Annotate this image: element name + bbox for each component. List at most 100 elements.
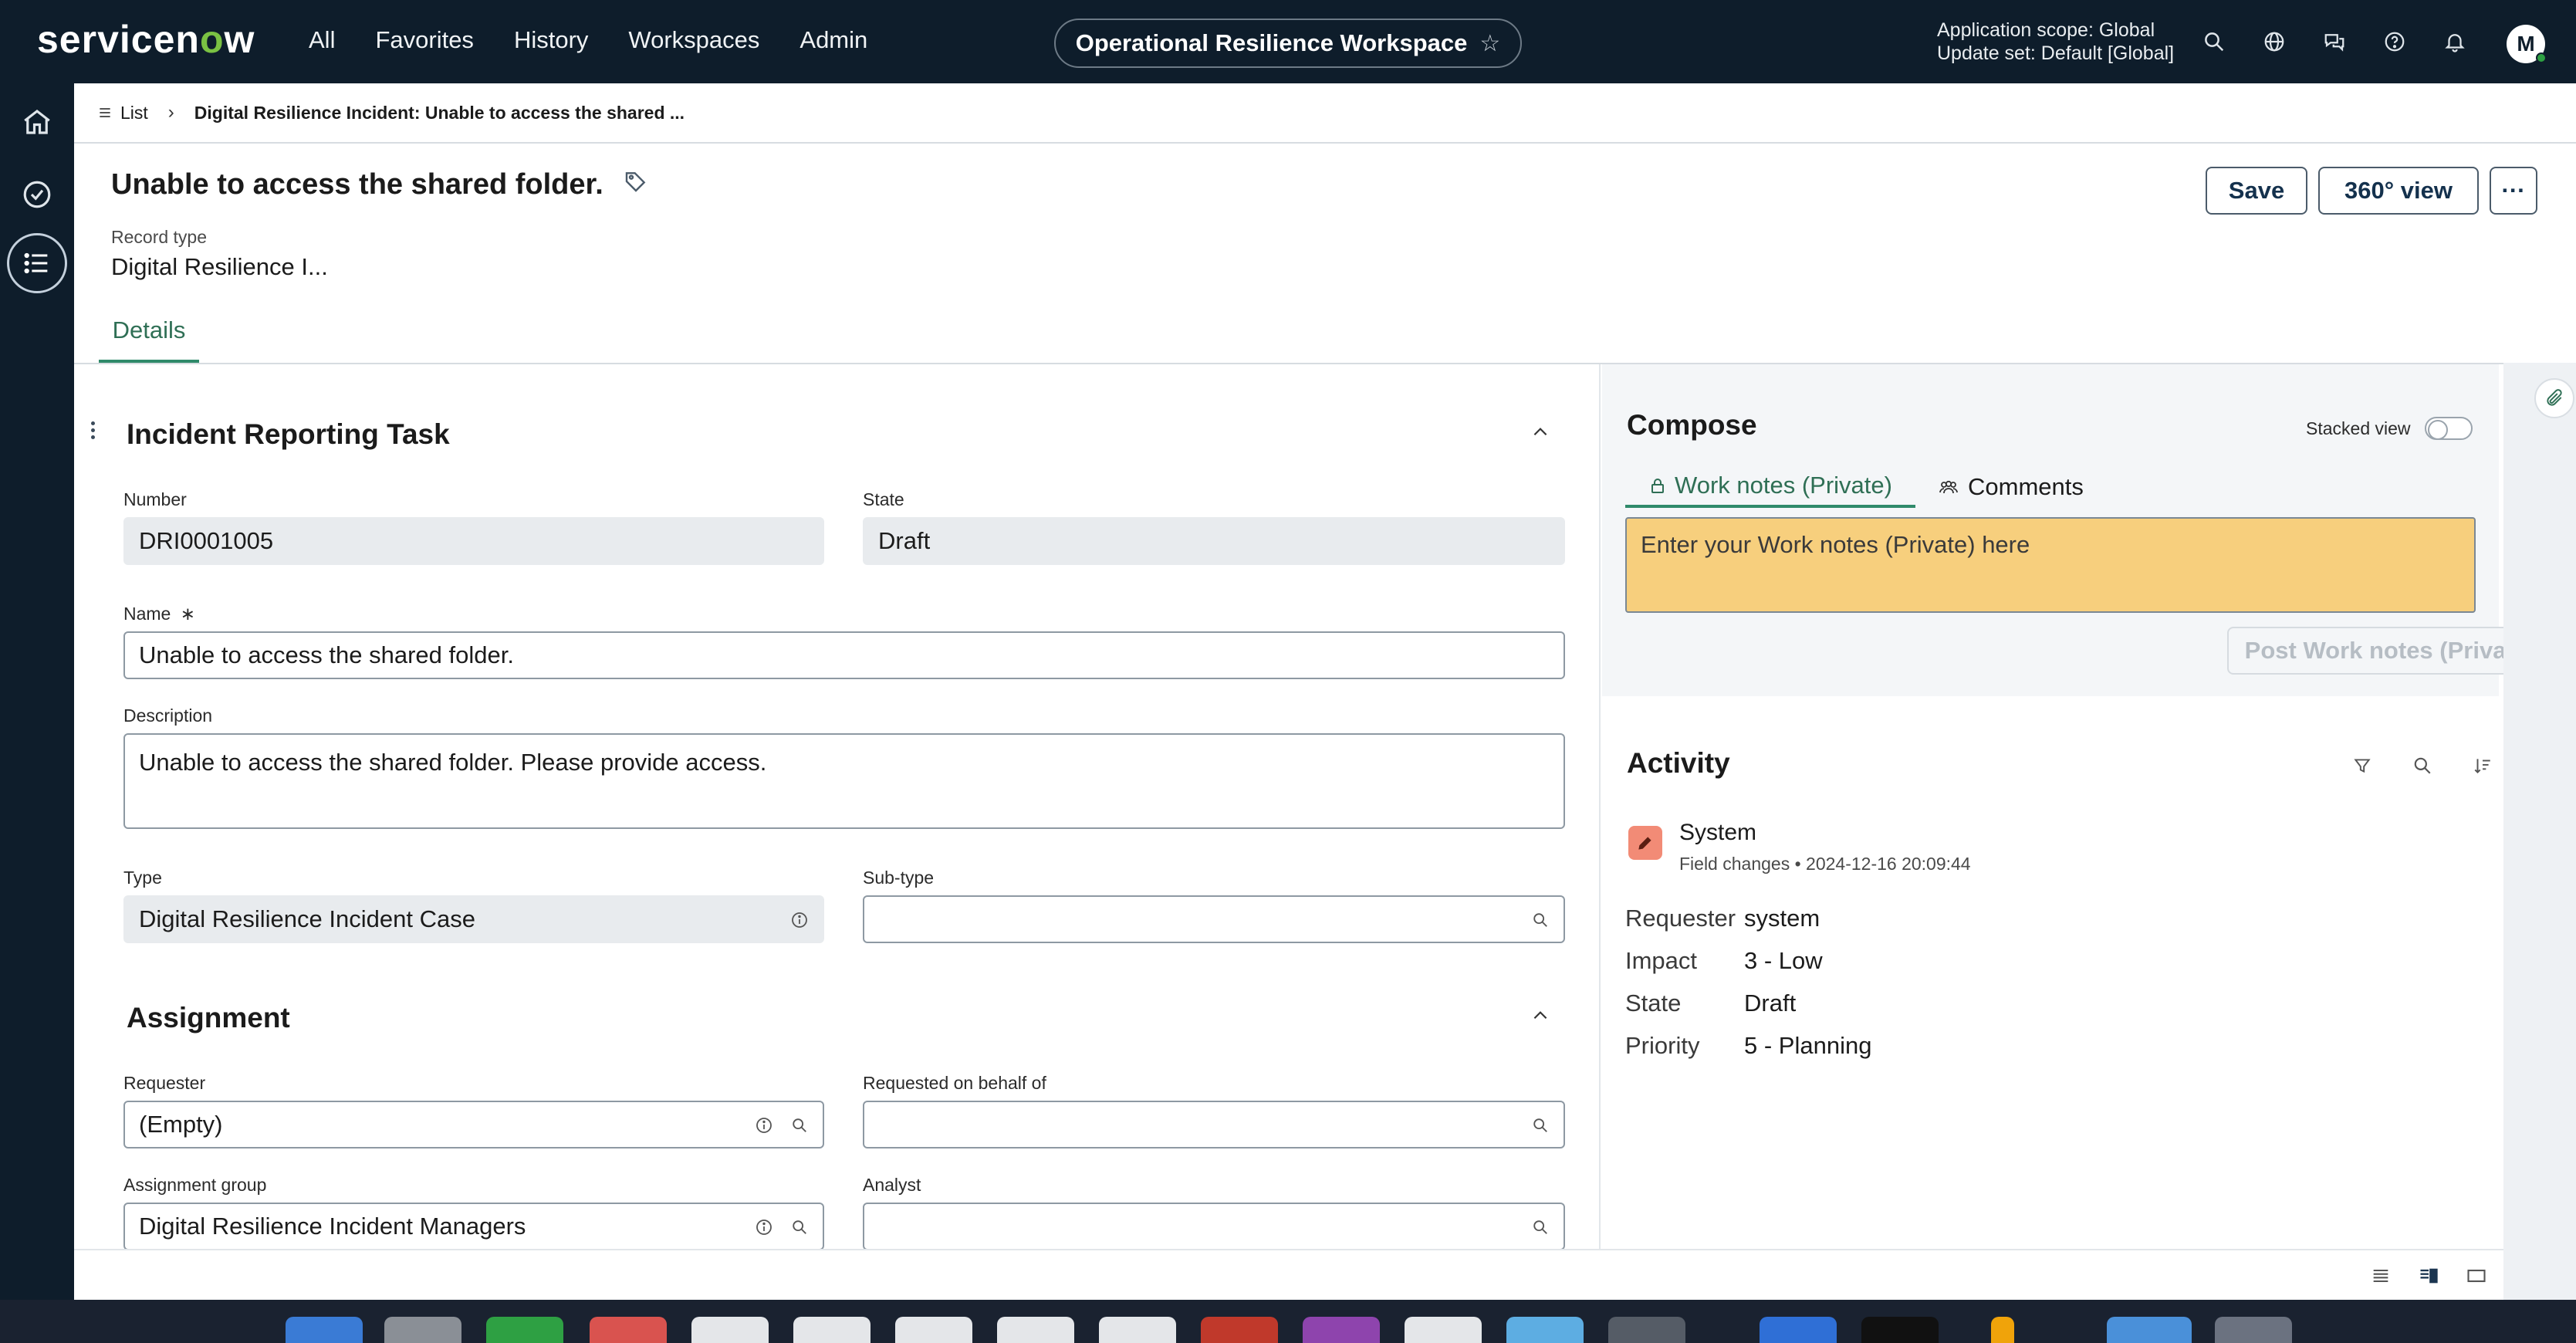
state-label: State (863, 489, 904, 509)
dock-app-icon[interactable] (1861, 1317, 1939, 1343)
paperclip-icon[interactable] (2534, 378, 2574, 418)
chat-icon[interactable] (2304, 25, 2365, 59)
required-marker: ∗ (180, 604, 196, 624)
list-icon[interactable] (7, 233, 67, 293)
drag-handle-icon[interactable] (91, 418, 99, 442)
view-360-button[interactable]: 360° view (2318, 167, 2479, 215)
tag-icon[interactable] (624, 168, 648, 201)
presence-indicator (2536, 52, 2547, 63)
info-icon[interactable] (753, 1216, 775, 1238)
analyst-label: Analyst (863, 1175, 921, 1195)
more-options-button[interactable]: ··· (2490, 167, 2537, 215)
nav-workspaces[interactable]: Workspaces (628, 26, 759, 54)
workspace-name: Operational Resilience Workspace (1075, 29, 1468, 56)
dock-app-icon[interactable] (2107, 1317, 2192, 1343)
avatar-initial: M (2517, 32, 2535, 56)
filter-icon[interactable] (2332, 750, 2392, 781)
right-panel: Compose Stacked view Work notes (Private… (1602, 364, 2576, 1300)
tab-comments[interactable]: Comments (1937, 466, 2091, 508)
assignment-group-input[interactable]: Digital Resilience Incident Managers (123, 1203, 824, 1250)
nav-history[interactable]: History (514, 26, 588, 54)
dock-app-icon[interactable] (691, 1317, 769, 1343)
name-label: Name (123, 604, 171, 624)
dock-app-icon[interactable] (793, 1317, 870, 1343)
help-icon[interactable] (2365, 25, 2425, 59)
nav-favorites[interactable]: Favorites (375, 26, 473, 54)
update-set-line: Update set: Default [Global] (1937, 42, 2175, 64)
dock-app-icon[interactable] (2215, 1317, 2292, 1343)
search-icon[interactable] (2392, 750, 2453, 781)
number-field: DRI0001005 (123, 517, 824, 565)
dock-app-icon[interactable] (1405, 1317, 1482, 1343)
search-icon[interactable] (1530, 1216, 1551, 1238)
workspace-pill[interactable]: Operational Resilience Workspace ☆ (1054, 19, 1522, 68)
state-field[interactable]: Draft (863, 517, 1565, 565)
user-avatar[interactable]: M (2507, 25, 2547, 63)
application-scope[interactable]: Application scope: Global Update set: De… (1937, 19, 2174, 65)
tab-details[interactable]: Details (99, 316, 199, 363)
description-textarea[interactable]: Unable to access the shared folder. Plea… (123, 733, 1565, 829)
tab-work-notes[interactable]: Work notes (Private) (1625, 466, 1915, 508)
name-input[interactable]: Unable to access the shared folder. (123, 631, 1565, 679)
dock-app-icon[interactable] (384, 1317, 461, 1343)
breadcrumb-current[interactable]: Digital Resilience Incident: Unable to a… (194, 103, 685, 123)
activity-value: 3 - Low (1744, 947, 1823, 974)
dock-app-icon[interactable] (1760, 1317, 1837, 1343)
analyst-input[interactable] (863, 1203, 1565, 1250)
breadcrumb-list[interactable]: List (97, 103, 148, 123)
work-notes-textarea[interactable]: Enter your Work notes (Private) here (1625, 517, 2476, 613)
home-icon[interactable] (14, 99, 60, 145)
dock-app-icon[interactable] (590, 1317, 667, 1343)
stacked-view-control: Stacked view (2306, 417, 2473, 440)
behalf-input[interactable] (863, 1101, 1565, 1148)
search-icon[interactable] (789, 1115, 810, 1136)
stacked-view-toggle[interactable] (2424, 417, 2473, 440)
nav-all[interactable]: All (309, 26, 335, 54)
info-icon[interactable] (789, 909, 810, 931)
bell-icon[interactable] (2425, 25, 2485, 59)
scope-line: Application scope: Global (1937, 19, 2155, 41)
split-view-icon[interactable] (2415, 1263, 2442, 1289)
os-dock (0, 1300, 2576, 1343)
star-icon[interactable]: ☆ (1479, 30, 1500, 57)
tab-work-notes-label: Work notes (Private) (1675, 472, 1892, 499)
activity-value: Draft (1744, 989, 1797, 1017)
dock-app-icon[interactable] (895, 1317, 972, 1343)
dock-app-icon[interactable] (1099, 1317, 1176, 1343)
tab-comments-label: Comments (1968, 473, 2084, 500)
dock-app-icon[interactable] (997, 1317, 1074, 1343)
single-view-icon[interactable] (2463, 1263, 2490, 1289)
list-view-icon[interactable] (2368, 1263, 2394, 1289)
dock-app-icon[interactable] (1201, 1317, 1278, 1343)
chevron-right-icon: › (167, 102, 174, 123)
globe-icon[interactable] (2244, 25, 2304, 59)
main-content: List › Digital Resilience Incident: Unab… (74, 83, 2576, 1300)
info-icon[interactable] (753, 1115, 775, 1136)
subtype-input[interactable] (863, 895, 1565, 943)
search-icon[interactable] (1530, 909, 1551, 931)
check-circle-icon[interactable] (14, 171, 60, 218)
dock-app-icon[interactable] (1506, 1317, 1584, 1343)
search-icon[interactable] (2184, 25, 2244, 59)
servicenow-logo[interactable]: servicenow (37, 17, 255, 62)
requester-input[interactable]: (Empty) (123, 1101, 824, 1148)
right-rail (2503, 363, 2576, 1300)
save-button[interactable]: Save (2206, 167, 2307, 215)
bottom-toolbar (74, 1249, 2576, 1300)
group-label: Assignment group (123, 1175, 267, 1195)
pencil-icon (1628, 826, 1662, 860)
chevron-up-icon[interactable] (1525, 1000, 1556, 1031)
name-label-row: Name ∗ (123, 604, 195, 624)
chevron-up-icon[interactable] (1525, 417, 1556, 448)
number-value: DRI0001005 (139, 527, 274, 554)
dock-app-icon[interactable] (1608, 1317, 1685, 1343)
search-icon[interactable] (789, 1216, 810, 1238)
nav-admin[interactable]: Admin (800, 26, 867, 54)
dock-app-icon[interactable] (1991, 1317, 2014, 1343)
record-title-row: Unable to access the shared folder. (111, 168, 648, 201)
search-icon[interactable] (1530, 1115, 1551, 1136)
dock-app-icon[interactable] (286, 1317, 363, 1343)
people-icon (1939, 480, 1958, 494)
dock-app-icon[interactable] (1303, 1317, 1380, 1343)
dock-app-icon[interactable] (486, 1317, 563, 1343)
